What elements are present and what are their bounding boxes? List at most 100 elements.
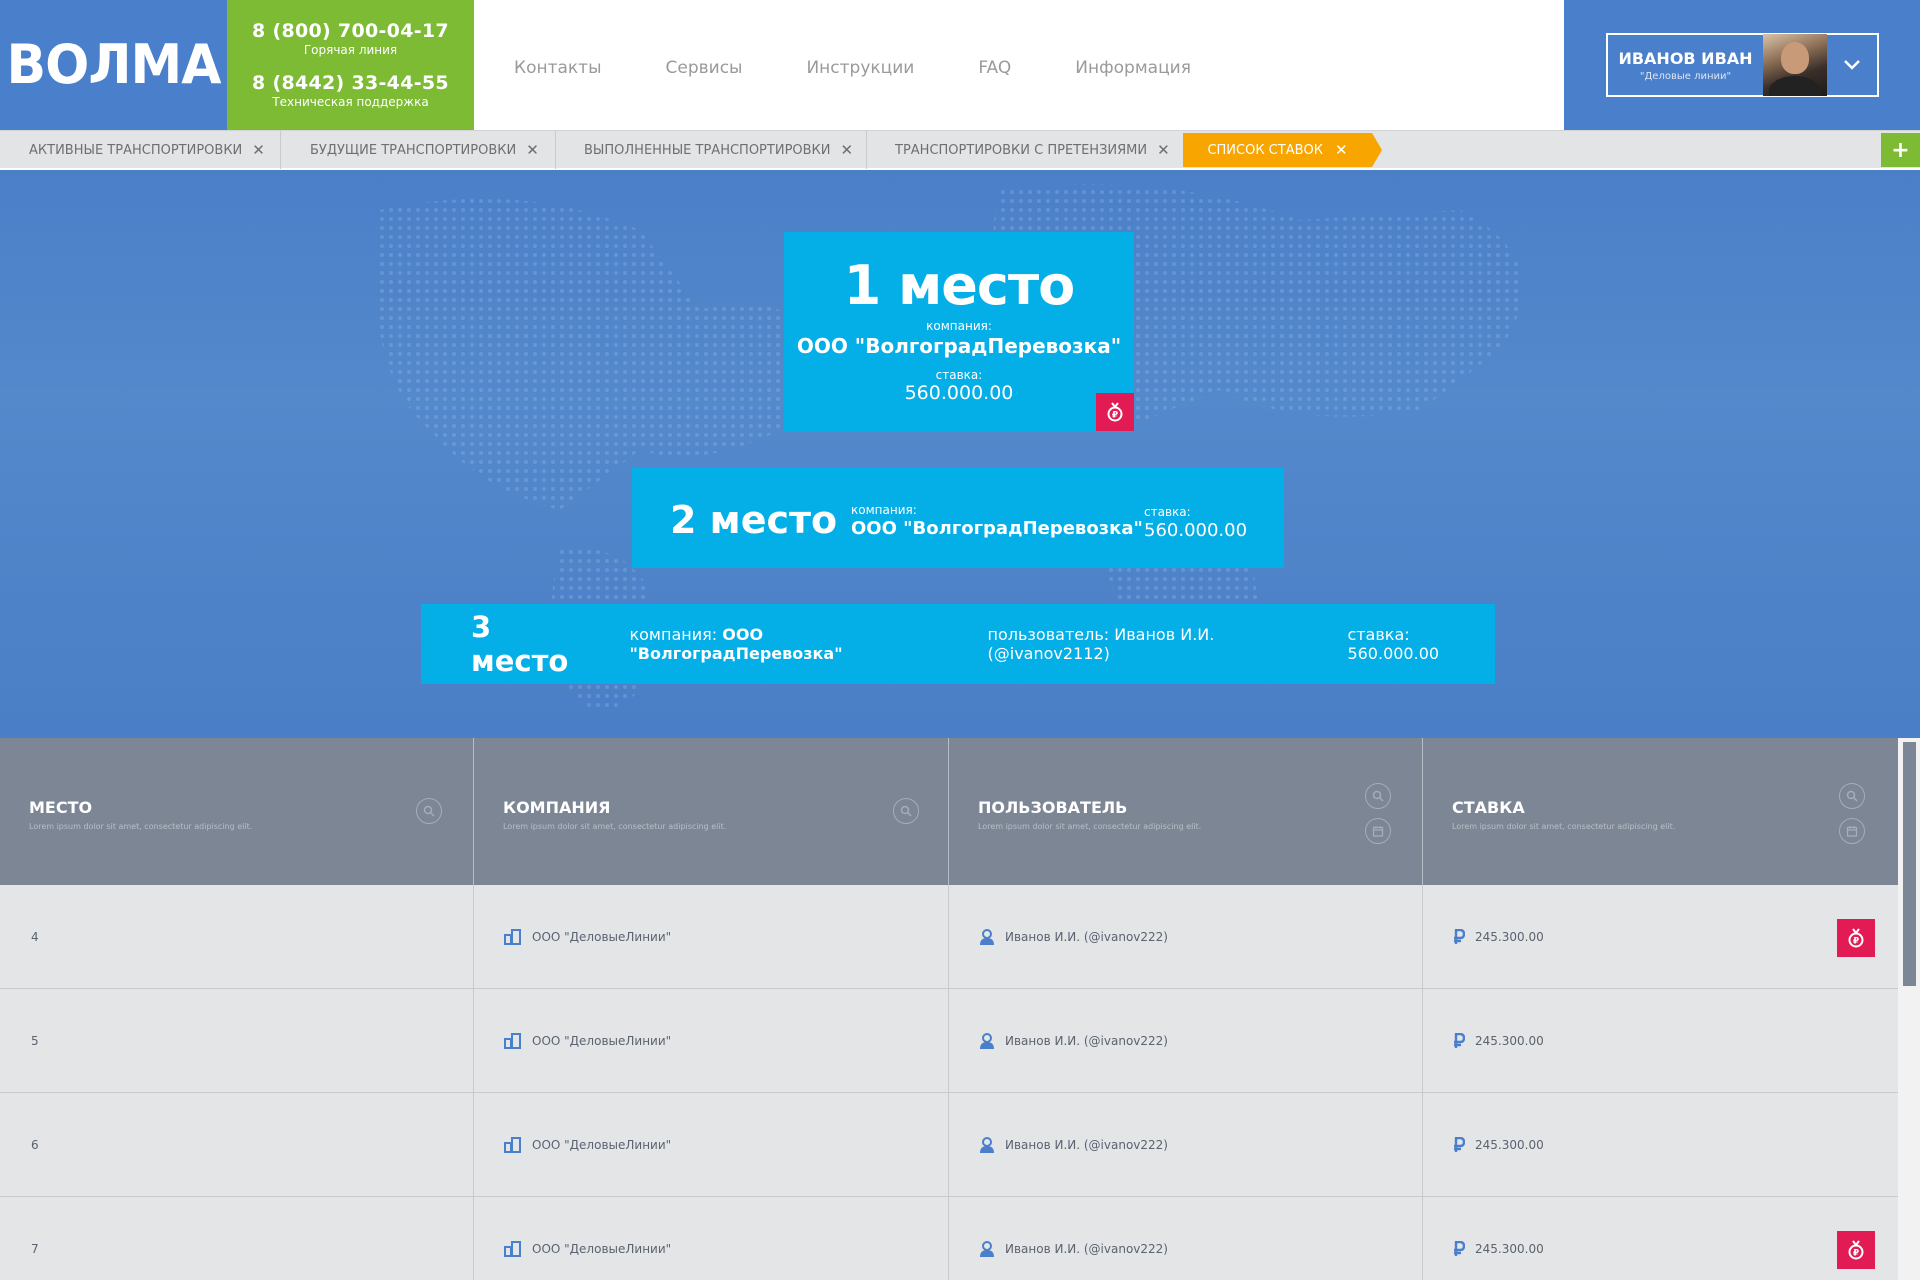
column-rate: СТАВКА Lorem ipsum dolor sit amet, conse… (1423, 738, 1898, 885)
hotline-label: Горячая линия (303, 43, 398, 57)
medal-icon[interactable]: ₽ (1096, 393, 1134, 431)
table-row[interactable]: 7 ООО "ДеловыеЛинии" Иванов И.И. (@ivano… (0, 1197, 1898, 1280)
table-row[interactable]: 4 ООО "ДеловыеЛинии" Иванов И.И. (@ivano… (0, 885, 1898, 989)
ruble-icon (1454, 1033, 1465, 1048)
column-desc: Lorem ipsum dolor sit amet, consectetur … (1452, 822, 1676, 831)
tab-claims-transports[interactable]: ТРАНСПОРТИРОВКИ С ПРЕТЕНЗИЯМИ ✕ (895, 131, 1170, 169)
column-title: КОМПАНИЯ (503, 798, 611, 817)
phones-panel: 8 (800) 700-04-17 Горячая линия 8 (8442)… (227, 0, 474, 130)
cell-company: ООО "ДеловыеЛинии" (474, 885, 949, 989)
table-row[interactable]: 5 ООО "ДеловыеЛинии" Иванов И.И. (@ivano… (0, 989, 1898, 1093)
first-company: ООО "ВолгоградПеревозка" (796, 334, 1122, 358)
table-body: 4 ООО "ДеловыеЛинии" Иванов И.И. (@ivano… (0, 885, 1898, 1280)
tab-label: ТРАНСПОРТИРОВКИ С ПРЕТЕНЗИЯМИ (895, 142, 1148, 158)
building-icon (504, 1241, 521, 1257)
tab-label: АКТИВНЫЕ ТРАНСПОРТИРОВКИ (29, 142, 243, 158)
table-row[interactable]: 6 ООО "ДеловыеЛинии" Иванов И.И. (@ivano… (0, 1093, 1898, 1197)
rate-value: 245.300.00 (1475, 1034, 1544, 1048)
scrollbar[interactable] (1898, 738, 1920, 1280)
place-value: 7 (31, 1242, 39, 1256)
logo[interactable]: ВОЛМА (0, 0, 227, 130)
user-name: ИВАНОВ ИВАН (1618, 48, 1753, 68)
third-user-label: пользователь: (987, 625, 1110, 644)
tab-divider (555, 131, 556, 169)
podium-section: 1 место компания: ООО "ВолгоградПеревозк… (0, 170, 1920, 738)
ruble-icon (1454, 1241, 1465, 1256)
search-icon[interactable] (416, 798, 442, 824)
company-value: ООО "ДеловыеЛинии" (532, 1138, 672, 1152)
scrollbar-thumb[interactable] (1903, 742, 1916, 986)
medal-icon[interactable]: ₽ (1837, 1231, 1875, 1269)
search-icon[interactable] (893, 798, 919, 824)
company-value: ООО "ДеловыеЛинии" (532, 930, 672, 944)
rate-value: 245.300.00 (1475, 1138, 1544, 1152)
user-icon (980, 1032, 994, 1049)
third-company-row: компания: ООО "ВолгоградПеревозка" (629, 625, 956, 663)
plus-icon[interactable]: + (1881, 133, 1920, 167)
cell-place: 4 (0, 885, 474, 989)
close-icon[interactable]: ✕ (1157, 141, 1170, 159)
tab-label: СПИСОК СТАВОК (1207, 142, 1323, 158)
place-value: 4 (31, 930, 39, 944)
calendar-icon[interactable] (1839, 818, 1865, 844)
tab-bar: АКТИВНЫЕ ТРАНСПОРТИРОВКИ ✕ БУДУЩИЕ ТРАНС… (0, 130, 1920, 170)
first-rate: 560.000.00 (904, 382, 1014, 404)
tab-active-transports[interactable]: АКТИВНЫЕ ТРАНСПОРТИРОВКИ ✕ (29, 131, 265, 169)
search-icon[interactable] (1839, 783, 1865, 809)
tab-completed-transports[interactable]: ВЫПОЛНЕННЫЕ ТРАНСПОРТИРОВКИ ✕ (584, 131, 853, 169)
nav-information[interactable]: Информация (1075, 58, 1191, 78)
column-title: МЕСТО (29, 798, 93, 817)
nav-faq[interactable]: FAQ (978, 58, 1011, 78)
medal-icon[interactable]: ₽ (1837, 919, 1875, 957)
user-icon (980, 1136, 994, 1153)
column-desc: Lorem ipsum dolor sit amet, consectetur … (978, 822, 1202, 831)
cell-place: 6 (0, 1093, 474, 1197)
company-value: ООО "ДеловыеЛинии" (532, 1242, 672, 1256)
cell-company: ООО "ДеловыеЛинии" (474, 1093, 949, 1197)
chevron-down-icon[interactable] (1827, 34, 1877, 96)
user-value: Иванов И.И. (@ivanov222) (1005, 1242, 1168, 1256)
building-icon (504, 1033, 521, 1049)
cell-place: 5 (0, 989, 474, 1093)
main-nav: Контакты Сервисы Инструкции FAQ Информац… (514, 58, 1255, 78)
search-icon[interactable] (1365, 783, 1391, 809)
user-icon (980, 1240, 994, 1257)
cell-user: Иванов И.И. (@ivanov222) (949, 885, 1423, 989)
bids-table: МЕСТО Lorem ipsum dolor sit amet, consec… (0, 738, 1898, 1280)
nav-services[interactable]: Сервисы (666, 58, 743, 78)
user-value: Иванов И.И. (@ivanov222) (1005, 1034, 1168, 1048)
place-value: 6 (31, 1138, 39, 1152)
third-user-row: пользователь: Иванов И.И. (@ivanov2112) (988, 625, 1317, 663)
close-icon[interactable]: ✕ (526, 141, 539, 159)
logo-text: ВОЛМА (6, 33, 221, 97)
place-value: 5 (31, 1034, 39, 1048)
third-place-title: 3 место (471, 610, 569, 678)
support-phone[interactable]: 8 (8442) 33-44-55 (227, 72, 474, 94)
column-user: ПОЛЬЗОВАТЕЛЬ Lorem ipsum dolor sit amet,… (949, 738, 1423, 885)
third-company-label: компания: (629, 625, 718, 644)
calendar-icon[interactable] (1365, 818, 1391, 844)
close-icon[interactable]: ✕ (252, 141, 265, 159)
ruble-icon (1454, 1137, 1465, 1152)
third-place-card: 3 место компания: ООО "ВолгоградПеревозк… (421, 604, 1495, 684)
third-rate-label: ставка: (1347, 625, 1410, 644)
first-company-label: компания: (926, 319, 992, 333)
cell-rate: 245.300.00 (1423, 1093, 1898, 1197)
close-icon[interactable]: ✕ (841, 141, 854, 159)
close-icon[interactable]: ✕ (1335, 141, 1348, 159)
hotline-phone[interactable]: 8 (800) 700-04-17 (227, 20, 474, 42)
first-place-card: 1 место компания: ООО "ВолгоградПеревозк… (784, 232, 1134, 431)
cell-user: Иванов И.И. (@ivanov222) (949, 989, 1423, 1093)
cell-place: 7 (0, 1197, 474, 1280)
column-place: МЕСТО Lorem ipsum dolor sit amet, consec… (0, 738, 474, 885)
nav-contacts[interactable]: Контакты (514, 58, 602, 78)
avatar (1763, 34, 1827, 96)
user-menu[interactable]: ИВАНОВ ИВАН "Деловые линии" (1606, 33, 1879, 97)
tab-future-transports[interactable]: БУДУЩИЕ ТРАНСПОРТИРОВКИ ✕ (310, 131, 539, 169)
nav-instructions[interactable]: Инструкции (806, 58, 914, 78)
header: ВОЛМА 8 (800) 700-04-17 Горячая линия 8 … (0, 0, 1920, 130)
cell-rate: 245.300.00 ₽ (1423, 885, 1898, 989)
first-rate-label: ставка: (935, 368, 983, 382)
tab-divider (280, 131, 281, 169)
tab-bid-list[interactable]: СПИСОК СТАВОК ✕ (1183, 133, 1382, 167)
